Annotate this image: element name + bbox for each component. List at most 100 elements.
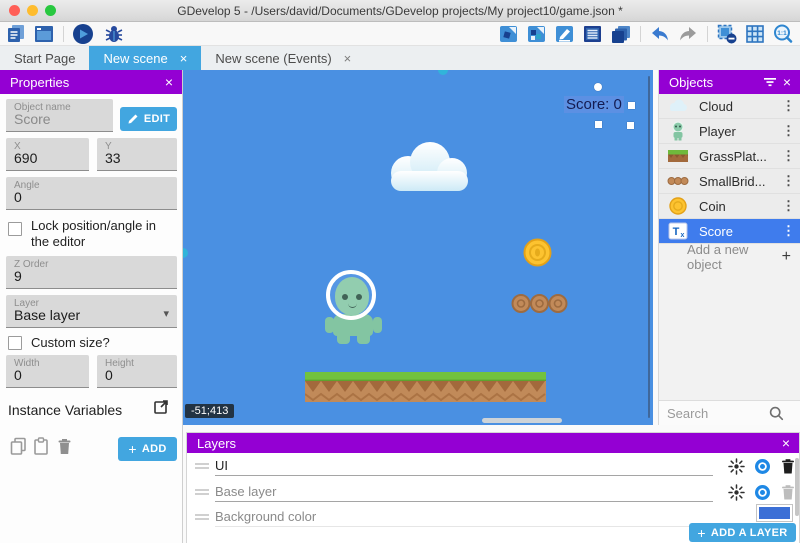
- layer-visibility-icon[interactable]: [753, 457, 771, 475]
- layer-dropdown[interactable]: Layer Base layer ▾: [6, 295, 177, 328]
- object-menu-icon[interactable]: ⋮: [782, 123, 794, 139]
- object-menu-icon[interactable]: ⋮: [782, 98, 794, 114]
- height-field[interactable]: Height 0: [97, 355, 177, 388]
- object-menu-icon[interactable]: ⋮: [782, 198, 794, 214]
- properties-header: Properties ×: [0, 70, 182, 94]
- close-icon[interactable]: ×: [782, 435, 790, 451]
- scene-vertical-scrollbar[interactable]: [648, 76, 650, 418]
- edit-scene-icon[interactable]: [554, 24, 576, 44]
- score-text-instance[interactable]: Score: 0: [564, 96, 624, 114]
- layer-name-input-base[interactable]: [215, 482, 713, 502]
- object-row-player[interactable]: Player ⋮: [659, 119, 800, 144]
- grass-platform-thumbnail-icon: [666, 146, 690, 166]
- layer-effects-icon[interactable]: [727, 457, 745, 475]
- toolbar-separator: [707, 26, 708, 42]
- close-icon[interactable]: ×: [165, 74, 173, 90]
- tab-start-page[interactable]: Start Page: [0, 46, 89, 70]
- drag-handle-icon[interactable]: [195, 487, 209, 497]
- small-bridge-instance[interactable]: [511, 293, 568, 319]
- search-icon[interactable]: [767, 404, 785, 422]
- instances-list-icon[interactable]: [582, 24, 604, 44]
- edit-object-button[interactable]: EDIT: [120, 107, 177, 131]
- background-color-swatch[interactable]: [759, 507, 790, 519]
- coin-thumbnail-icon: [666, 196, 690, 216]
- zoom-original-icon[interactable]: 1:1: [772, 24, 794, 44]
- object-row-grassplatform[interactable]: GrassPlat... ⋮: [659, 144, 800, 169]
- layers-panel-icon[interactable]: [610, 24, 632, 44]
- scene-horizontal-scrollbar[interactable]: [482, 418, 562, 423]
- layer-name-input-ui[interactable]: [215, 456, 713, 476]
- object-search-row: [659, 400, 800, 425]
- object-row-score[interactable]: Tx Score ⋮: [659, 219, 800, 244]
- y-position-field[interactable]: Y 33: [97, 138, 177, 171]
- cloud-thumbnail-icon: [666, 96, 690, 116]
- selection-handle-bottom[interactable]: [595, 121, 602, 128]
- player-arm: [325, 317, 334, 333]
- x-position-field[interactable]: X 690: [6, 138, 89, 171]
- mask-icon[interactable]: [716, 24, 738, 44]
- trash-icon[interactable]: [57, 437, 75, 457]
- instance-variables-label: Instance Variables: [8, 402, 122, 418]
- open-in-new-icon[interactable]: [153, 399, 171, 419]
- object-row-smallbridge[interactable]: SmallBrid... ⋮: [659, 169, 800, 194]
- tab-new-scene-events[interactable]: New scene (Events) ×: [201, 46, 365, 70]
- close-icon[interactable]: ×: [783, 74, 791, 90]
- object-name-field[interactable]: Object name Score: [6, 99, 113, 132]
- background-color-swatch-box[interactable]: [756, 504, 793, 522]
- object-menu-icon[interactable]: ⋮: [782, 223, 794, 239]
- project-manager-icon[interactable]: [5, 24, 27, 44]
- object-search-input[interactable]: [667, 406, 767, 421]
- tab-close-icon[interactable]: ×: [180, 51, 188, 66]
- properties-title: Properties: [10, 75, 165, 90]
- layer-visibility-icon[interactable]: [753, 483, 771, 501]
- editor-tabs: Start Page New scene × New scene (Events…: [0, 46, 800, 70]
- text-object-thumbnail-icon: Tx: [666, 221, 690, 241]
- layers-panel: Layers ×: [186, 432, 800, 543]
- player-leg: [337, 334, 350, 344]
- tab-close-icon[interactable]: ×: [344, 51, 352, 66]
- objects-panel-icon[interactable]: [498, 24, 520, 44]
- drag-handle-icon: [195, 512, 209, 522]
- objects-title: Objects: [669, 75, 753, 90]
- object-row-cloud[interactable]: Cloud ⋮: [659, 94, 800, 119]
- scroll-dot-left[interactable]: [183, 248, 188, 258]
- add-layer-button[interactable]: + ADD A LAYER: [689, 523, 796, 542]
- selection-handle-top[interactable]: [594, 83, 602, 91]
- coin-instance[interactable]: [523, 238, 552, 272]
- object-menu-icon[interactable]: ⋮: [782, 148, 794, 164]
- window-title: GDevelop 5 - /Users/david/Documents/GDev…: [0, 4, 800, 18]
- player-instance[interactable]: [325, 270, 382, 344]
- layer-row-base: [187, 479, 800, 505]
- cloud-instance[interactable]: [378, 138, 478, 199]
- custom-size-checkbox[interactable]: [8, 336, 22, 350]
- filter-icon[interactable]: [761, 73, 779, 91]
- selection-handle-right[interactable]: [628, 102, 635, 109]
- drag-handle-icon[interactable]: [195, 461, 209, 471]
- tab-new-scene[interactable]: New scene ×: [89, 46, 201, 70]
- selection-handle-corner[interactable]: [627, 122, 634, 129]
- lock-position-checkbox[interactable]: [8, 222, 22, 236]
- debugger-icon[interactable]: [103, 24, 125, 44]
- width-field[interactable]: Width 0: [6, 355, 89, 388]
- player-arm: [373, 317, 382, 333]
- grass-platform-instance[interactable]: [305, 372, 546, 407]
- object-row-coin[interactable]: Coin ⋮: [659, 194, 800, 219]
- scene-window-icon[interactable]: [33, 24, 55, 44]
- copy-icon[interactable]: [10, 437, 28, 457]
- paste-icon[interactable]: [33, 437, 51, 457]
- play-icon[interactable]: [72, 24, 94, 44]
- layer-effects-icon[interactable]: [727, 483, 745, 501]
- grid-icon[interactable]: [744, 24, 766, 44]
- add-new-object-button[interactable]: Add a new object +: [659, 244, 800, 269]
- layers-scrollbar[interactable]: [795, 458, 799, 516]
- undo-icon[interactable]: [649, 24, 671, 44]
- redo-icon[interactable]: [677, 24, 699, 44]
- scene-canvas[interactable]: Score: 0 -51;413: [183, 70, 653, 425]
- add-variable-button[interactable]: + ADD: [118, 437, 177, 461]
- angle-field[interactable]: Angle 0: [6, 177, 177, 210]
- object-menu-icon[interactable]: ⋮: [782, 173, 794, 189]
- plus-icon: +: [697, 525, 705, 541]
- z-order-field[interactable]: Z Order 9: [6, 256, 177, 289]
- object-groups-icon[interactable]: [526, 24, 548, 44]
- scroll-dot-top[interactable]: [438, 70, 448, 75]
